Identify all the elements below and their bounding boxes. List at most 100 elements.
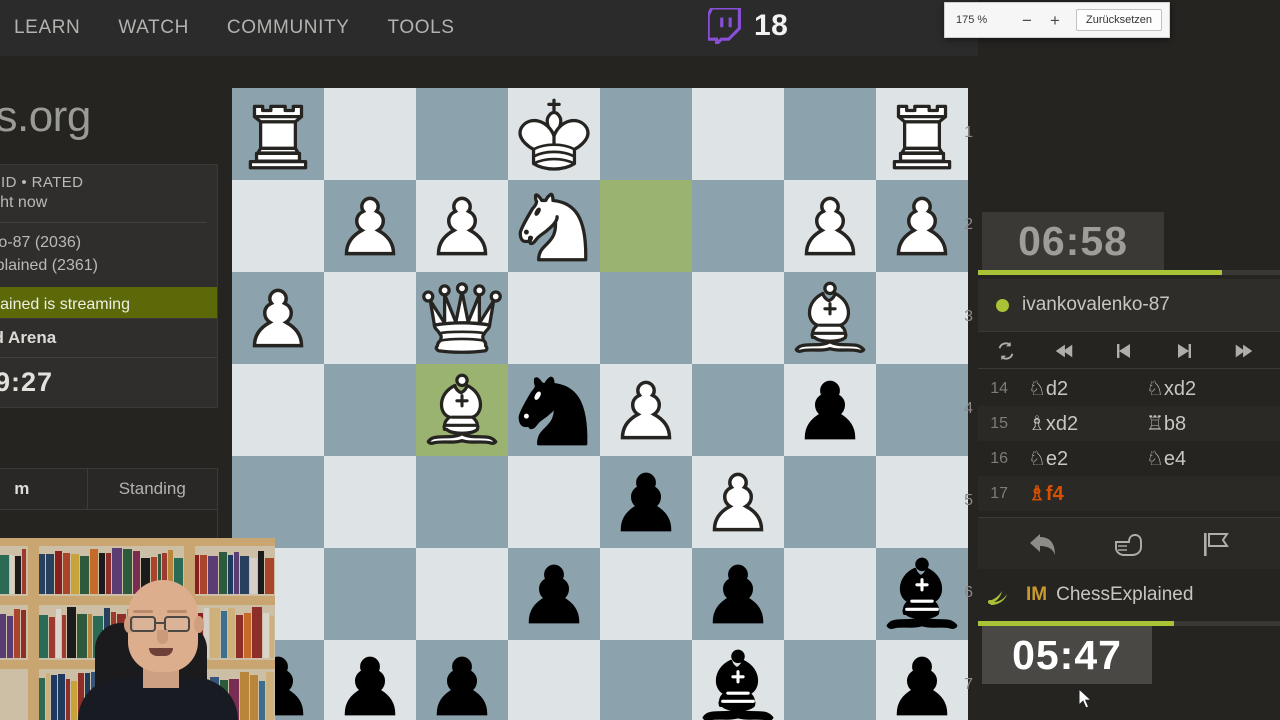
board-square-c4[interactable] [416, 364, 508, 456]
resign-flag-icon[interactable] [1200, 530, 1232, 558]
twitch-icon [708, 8, 741, 44]
move-black[interactable]: ♖b8 [1138, 411, 1256, 436]
nav-link-learn[interactable]: Learn [14, 17, 80, 39]
board-square-b1[interactable] [324, 88, 416, 180]
board-square-b6[interactable] [324, 548, 416, 640]
streamer-eyebrow [133, 610, 153, 613]
board-square-h7[interactable] [876, 640, 968, 720]
zoom-in-button[interactable]: + [1043, 12, 1067, 29]
draw-offer-icon[interactable] [1112, 530, 1148, 558]
opponent-player-row[interactable]: ivankovalenko-87 [978, 279, 1280, 332]
board-square-c7[interactable] [416, 640, 508, 720]
board-square-d7[interactable] [508, 640, 600, 720]
board-square-h4[interactable] [876, 364, 968, 456]
previous-move-icon[interactable] [1094, 341, 1154, 361]
chess-piece [436, 656, 488, 716]
board-square-b5[interactable] [324, 456, 416, 548]
board-square-f2[interactable] [692, 180, 784, 272]
next-move-icon[interactable] [1154, 341, 1214, 361]
board-square-f7[interactable] [692, 640, 784, 720]
move-black[interactable]: ♘xd2 [1138, 376, 1256, 401]
board-square-a4[interactable] [232, 364, 324, 456]
zoom-out-button[interactable]: − [1015, 12, 1039, 29]
board-square-b2[interactable] [324, 180, 416, 272]
takeback-icon[interactable] [1026, 530, 1060, 558]
nav-link-watch[interactable]: Watch [118, 17, 189, 39]
first-move-icon[interactable] [1034, 341, 1094, 361]
move-white[interactable]: ♘d2 [1020, 376, 1138, 401]
player-clock-time: 05:47 [1012, 631, 1122, 678]
board-square-e1[interactable] [600, 88, 692, 180]
board-square-e2[interactable] [600, 180, 692, 272]
move-list[interactable]: 14 ♘d2 ♘xd2 15 ♗xd2 ♖b8 16 ♘e2 ♘e4 17 ♗f4 [978, 369, 1280, 517]
sidebar-tabs: m Standing [0, 468, 218, 510]
shelf-upright [28, 538, 39, 720]
tab-standing[interactable]: Standing [86, 469, 218, 509]
flip-board-icon[interactable] [978, 340, 1034, 362]
move-row: 16 ♘e2 ♘e4 [978, 441, 1280, 476]
board-square-e7[interactable] [600, 640, 692, 720]
sidebar-player-bottom: sExplained (2361) [0, 257, 98, 274]
game-action-buttons [978, 517, 1280, 569]
bookshelf-books [195, 606, 275, 658]
board-square-a5[interactable] [232, 456, 324, 548]
move-white[interactable]: ♘e2 [1020, 446, 1138, 471]
board-square-g3[interactable] [784, 272, 876, 364]
board-square-g1[interactable] [784, 88, 876, 180]
board-square-f1[interactable] [692, 88, 784, 180]
chess-piece [886, 557, 958, 629]
board-square-d3[interactable] [508, 272, 600, 364]
board-square-e6[interactable] [600, 548, 692, 640]
board-square-c3[interactable] [416, 272, 508, 364]
board-square-h3[interactable] [876, 272, 968, 364]
board-square-b7[interactable] [324, 640, 416, 720]
mouse-cursor [1078, 688, 1093, 709]
tab-room[interactable]: m [0, 469, 87, 509]
chess-piece [518, 376, 588, 446]
zoom-reset-button[interactable]: Zurücksetzen [1076, 9, 1163, 31]
board-square-h5[interactable] [876, 456, 968, 548]
board-square-d6[interactable] [508, 548, 600, 640]
nav-link-community[interactable]: Community [227, 17, 350, 39]
board-square-g4[interactable] [784, 364, 876, 456]
board-square-a3[interactable] [232, 272, 324, 364]
board-square-d4[interactable] [508, 364, 600, 456]
board-square-g5[interactable] [784, 456, 876, 548]
board-square-e3[interactable] [600, 272, 692, 364]
board-square-b3[interactable] [324, 272, 416, 364]
twitch-viewer-count: 18 [754, 9, 789, 42]
move-white[interactable]: ♗xd2 [1020, 411, 1138, 436]
move-white[interactable]: ♗f4 [1020, 481, 1138, 506]
last-move-icon[interactable] [1214, 341, 1274, 361]
board-square-c1[interactable] [416, 88, 508, 180]
nav-link-tools[interactable]: Tools [387, 17, 454, 39]
move-number: 17 [990, 484, 1008, 502]
twitch-viewer-indicator[interactable]: 18 [708, 8, 788, 44]
board-square-a1[interactable] [232, 88, 324, 180]
board-square-g2[interactable] [784, 180, 876, 272]
chess-piece [248, 104, 308, 170]
board-square-b4[interactable] [324, 364, 416, 456]
player-row[interactable]: IM ChessExplained [978, 569, 1280, 621]
board-square-f3[interactable] [692, 272, 784, 364]
board-square-e5[interactable] [600, 456, 692, 548]
board-square-c6[interactable] [416, 548, 508, 640]
board-square-h1[interactable] [876, 88, 968, 180]
move-black[interactable]: ♘e4 [1138, 446, 1256, 471]
board-square-d1[interactable] [508, 88, 600, 180]
board-square-f6[interactable] [692, 548, 784, 640]
board-square-g6[interactable] [784, 548, 876, 640]
board-square-d5[interactable] [508, 456, 600, 548]
board-square-f5[interactable] [692, 456, 784, 548]
chess-board[interactable] [232, 88, 968, 720]
board-square-h2[interactable] [876, 180, 968, 272]
board-square-e4[interactable] [600, 364, 692, 456]
board-square-a2[interactable] [232, 180, 324, 272]
board-square-h6[interactable] [876, 548, 968, 640]
arena-countdown: :49:27 [0, 367, 54, 397]
board-square-g7[interactable] [784, 640, 876, 720]
board-square-f4[interactable] [692, 364, 784, 456]
board-square-d2[interactable] [508, 180, 600, 272]
board-square-c5[interactable] [416, 456, 508, 548]
board-square-c2[interactable] [416, 180, 508, 272]
